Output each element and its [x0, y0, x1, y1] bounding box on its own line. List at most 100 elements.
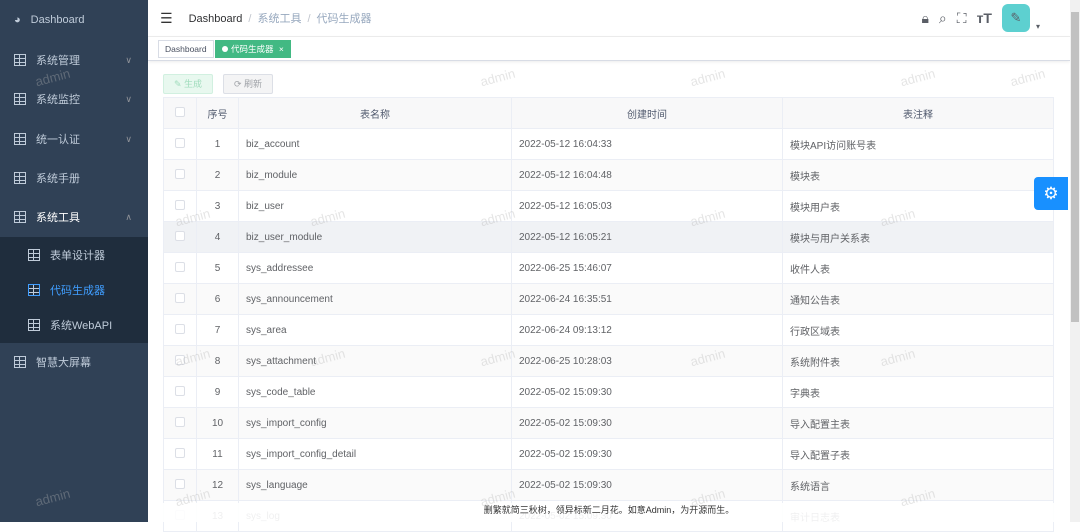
table-comment: 模块用户表: [782, 190, 1054, 222]
row-checkbox[interactable]: [163, 128, 197, 160]
scrollbar[interactable]: [1070, 0, 1080, 522]
column-header: 创建时间: [511, 97, 783, 129]
table-comment: 模块表: [782, 159, 1054, 191]
sidebar-item-dashboard[interactable]: ◕ Dashboard: [0, 1, 148, 39]
table-comment: 导入配置子表: [782, 438, 1054, 470]
row-checkbox[interactable]: [163, 252, 197, 284]
row-checkbox[interactable]: [163, 438, 197, 470]
breadcrumb-item[interactable]: Dashboard: [189, 13, 243, 25]
row-checkbox[interactable]: [163, 407, 197, 439]
checkbox[interactable]: [175, 261, 185, 272]
table-row[interactable]: 2 biz_module 2022-05-12 16:04:48 模块表: [163, 159, 1054, 191]
row-checkbox[interactable]: [163, 376, 197, 408]
sidebar-item-auth[interactable]: 统一认证 ∨: [0, 120, 148, 158]
search-icon[interactable]: ⌕: [939, 10, 947, 27]
sidebar-item-system-tools[interactable]: 系统工具 ∧: [0, 198, 148, 236]
select-all[interactable]: [163, 97, 197, 129]
label: 系统管理: [36, 55, 80, 67]
create-time: 2022-05-12 16:04:48: [511, 159, 783, 191]
row-checkbox[interactable]: [163, 283, 197, 315]
sidebar-item-system-management[interactable]: 系统管理 ∨: [0, 41, 148, 79]
lock-icon[interactable]: 🔒︎: [921, 10, 928, 27]
refresh-icon: ⟳: [234, 79, 245, 89]
row-index: 10: [196, 407, 239, 439]
settings-button[interactable]: ⚙: [1034, 177, 1068, 210]
navbar: ☰ Dashboard / 系统工具 / 代码生成器 🔒︎ ⌕ ⛶ тT ✎ ▾: [148, 0, 1070, 37]
table-comment: 行政区域表: [782, 314, 1054, 346]
checkbox[interactable]: [175, 354, 185, 365]
generate-button[interactable]: ✎ 生成: [163, 74, 214, 94]
sidebar-item-form-designer[interactable]: 表单设计器: [0, 237, 148, 272]
breadcrumb-item: 代码生成器: [316, 13, 372, 25]
sidebar-item-system-monitor[interactable]: 系统监控 ∨: [0, 80, 148, 118]
table-row[interactable]: 4 biz_user_module 2022-05-12 16:05:21 模块与用户…: [163, 221, 1054, 253]
create-time: 2022-06-25 15:46:07: [511, 252, 783, 284]
hamburger-icon[interactable]: ☰: [160, 10, 173, 27]
sidebar-item-big-screen[interactable]: 智慧大屏幕: [0, 343, 148, 381]
create-time: 2022-05-12 16:04:33: [511, 128, 783, 160]
table-row[interactable]: 12 sys_language 2022-05-02 15:09:30 系统语言: [163, 469, 1054, 501]
table-row[interactable]: 5 sys_addressee 2022-06-25 15:46:07 收件人表: [163, 252, 1054, 284]
sidebar-item-code-generator[interactable]: 代码生成器: [0, 272, 148, 307]
scrollbar-thumb[interactable]: [1071, 12, 1079, 322]
checkbox[interactable]: [175, 385, 185, 396]
chevron-up-icon: ∧: [125, 211, 132, 222]
watermark: admin: [1008, 65, 1047, 90]
table-name: sys_import_config_detail: [238, 438, 512, 470]
row-index: 8: [196, 345, 239, 377]
checkbox[interactable]: [175, 199, 185, 210]
row-checkbox[interactable]: [163, 159, 197, 191]
row-checkbox[interactable]: [163, 221, 197, 253]
table-name: biz_account: [238, 128, 512, 160]
fullscreen-icon[interactable]: ⛶: [957, 10, 967, 27]
checkbox[interactable]: [175, 478, 185, 489]
avatar[interactable]: ✎: [1001, 4, 1030, 32]
table-icon: [14, 133, 26, 145]
close-icon[interactable]: ×: [279, 44, 284, 54]
dashboard-icon: ◕: [14, 14, 21, 26]
font-size-icon[interactable]: тT: [977, 10, 992, 26]
table-comment: 系统附件表: [782, 345, 1054, 377]
table-row[interactable]: 10 sys_import_config 2022-05-02 15:09:30 导入…: [163, 407, 1054, 439]
table-row[interactable]: 6 sys_announcement 2022-06-24 16:35:51 通知公告…: [163, 283, 1054, 315]
label: 统一认证: [36, 134, 80, 146]
label: 生成: [184, 79, 203, 89]
table-name: biz_user_module: [238, 221, 512, 253]
row-checkbox[interactable]: [163, 345, 197, 377]
caret-down-icon[interactable]: ▾: [1036, 22, 1040, 31]
row-index: 6: [196, 283, 239, 315]
breadcrumb-item: 系统工具: [257, 13, 302, 25]
table-row[interactable]: 11 sys_import_config_detail 2022-05-02 15:…: [163, 438, 1054, 470]
tag-dashboard[interactable]: Dashboard: [158, 40, 214, 58]
checkbox[interactable]: [175, 230, 185, 241]
table-row[interactable]: 3 biz_user 2022-05-12 16:05:03 模块用户表: [163, 190, 1054, 222]
table-row[interactable]: 9 sys_code_table 2022-05-02 15:09:30 字典表: [163, 376, 1054, 408]
checkbox[interactable]: [175, 292, 185, 303]
label: 代码生成器: [231, 44, 274, 54]
checkbox[interactable]: [175, 106, 185, 117]
column-header: 表名称: [238, 97, 512, 129]
table-row[interactable]: 7 sys_area 2022-06-24 09:13:12 行政区域表: [163, 314, 1054, 346]
label: 刷新: [244, 79, 263, 89]
checkbox[interactable]: [175, 416, 185, 427]
checkbox[interactable]: [175, 447, 185, 458]
create-time: 2022-05-12 16:05:21: [511, 221, 783, 253]
sidebar-item-manual[interactable]: 系统手册: [0, 159, 148, 197]
sidebar-item-webapi[interactable]: 系统WebAPI: [0, 307, 148, 342]
checkbox[interactable]: [175, 323, 185, 334]
table-icon: [14, 211, 26, 223]
table-row[interactable]: 1 biz_account 2022-05-12 16:04:33 模块API访问账号…: [163, 128, 1054, 160]
table-name: sys_attachment: [238, 345, 512, 377]
label: 智慧大屏幕: [36, 357, 91, 369]
table-icon: [14, 93, 26, 105]
checkbox[interactable]: [175, 137, 185, 148]
row-checkbox[interactable]: [163, 314, 197, 346]
watermark: admin: [478, 65, 517, 90]
checkbox[interactable]: [175, 168, 185, 179]
sidebar: ◕ Dashboard 系统管理 ∨ 系统监控 ∨ 统一认证 ∨ 系统手册 系统工具 ∧ …: [0, 0, 148, 522]
refresh-button[interactable]: ⟳ 刷新: [223, 74, 274, 94]
row-checkbox[interactable]: [163, 190, 197, 222]
tag-code-generator[interactable]: 代码生成器 ×: [215, 40, 291, 58]
row-checkbox[interactable]: [163, 469, 197, 501]
table-row[interactable]: 8 sys_attachment 2022-06-25 10:28:03 系统附件表: [163, 345, 1054, 377]
